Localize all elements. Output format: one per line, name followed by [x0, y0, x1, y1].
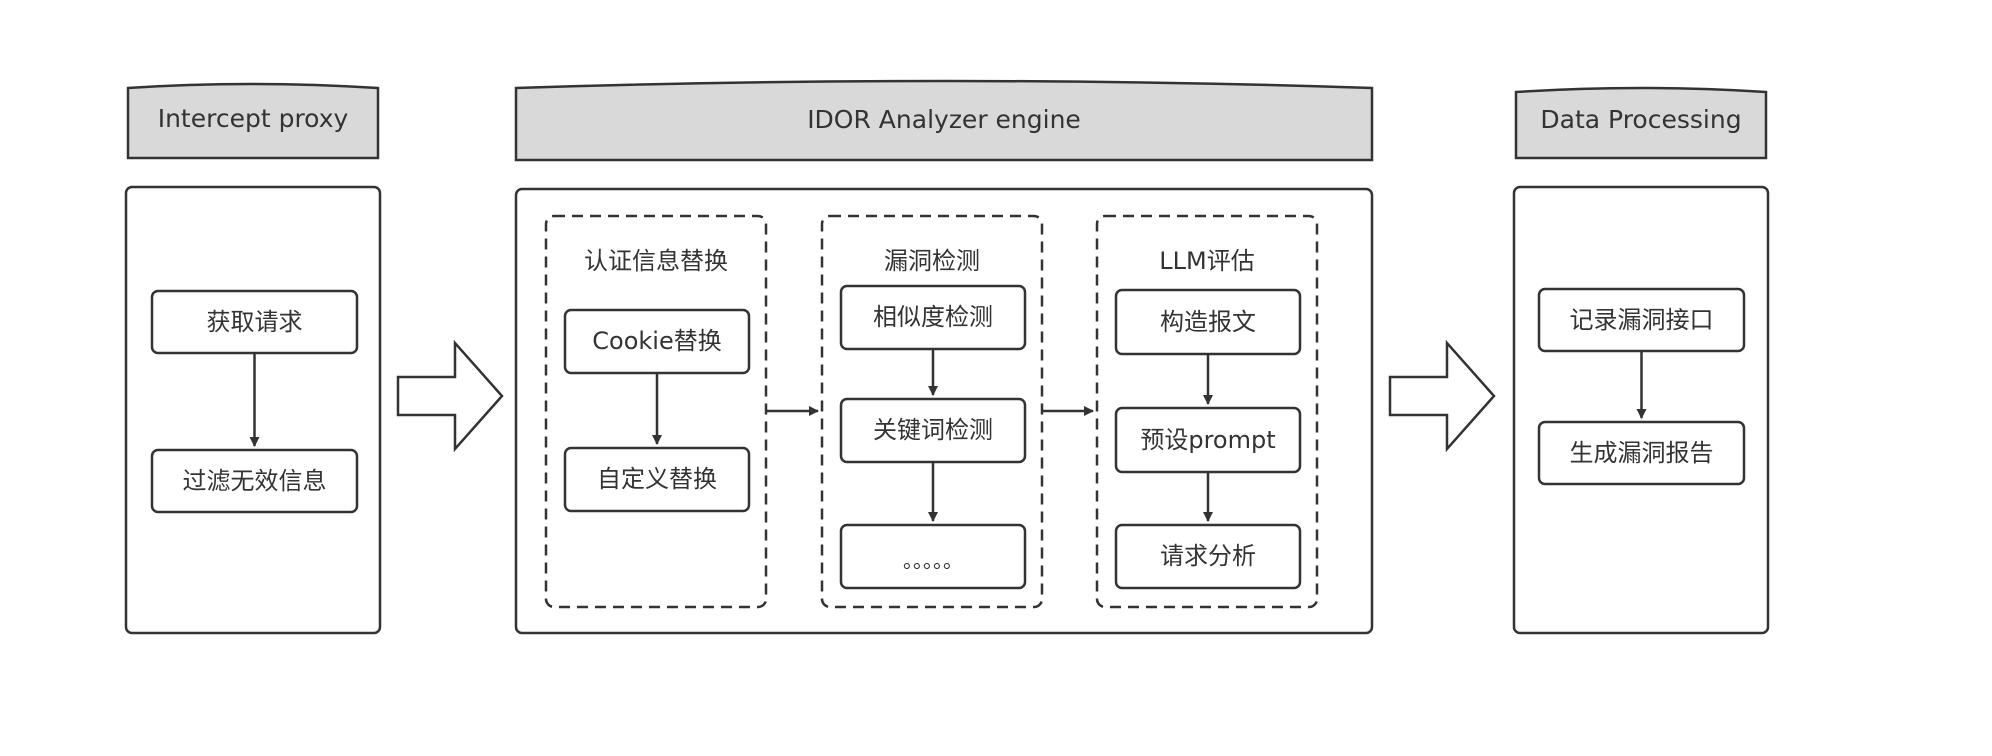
get-request-label: 获取请求: [207, 308, 303, 336]
record-vuln-api-label: 记录漏洞接口: [1570, 306, 1714, 334]
similarity-detect-label: 相似度检测: [873, 303, 993, 331]
filter-info-label: 过滤无效信息: [183, 467, 327, 495]
keyword-detect-label: 关键词检测: [873, 416, 993, 444]
vuln-detect-title: 漏洞检测: [884, 247, 980, 275]
flow-arrow-engine-to-processing: [1388, 339, 1496, 453]
idor-analyzer-section: IDOR Analyzer engine 认证信息替换 Cookie替换 自定义…: [514, 79, 1374, 635]
flow-arrow-proxy-to-engine: [396, 339, 504, 453]
data-processing-section: Data Processing 记录漏洞接口 生成漏洞报告: [1512, 86, 1770, 635]
llm-eval-title: LLM评估: [1159, 247, 1254, 275]
intercept-proxy-panel: [124, 185, 382, 635]
data-processing-header-label: Data Processing: [1540, 105, 1741, 134]
idor-analyzer-header-label: IDOR Analyzer engine: [807, 105, 1081, 134]
intercept-proxy-section: Intercept proxy 获取请求 过滤无效信息: [124, 82, 382, 635]
construct-message-label: 构造报文: [1160, 308, 1256, 336]
idor-architecture-diagram: Intercept proxy 获取请求 过滤无效信息 IDOR Analyze…: [124, 79, 1770, 635]
request-analysis-label: 请求分析: [1160, 542, 1256, 570]
more-detect-label: 。。。。。: [903, 549, 963, 573]
generate-report-label: 生成漏洞报告: [1570, 439, 1714, 467]
auth-replace-title: 认证信息替换: [584, 247, 728, 275]
custom-replace-label: 自定义替换: [597, 465, 717, 493]
preset-prompt-label: 预设prompt: [1140, 426, 1275, 454]
cookie-replace-label: Cookie替换: [592, 327, 721, 355]
intercept-proxy-header-label: Intercept proxy: [158, 104, 349, 133]
